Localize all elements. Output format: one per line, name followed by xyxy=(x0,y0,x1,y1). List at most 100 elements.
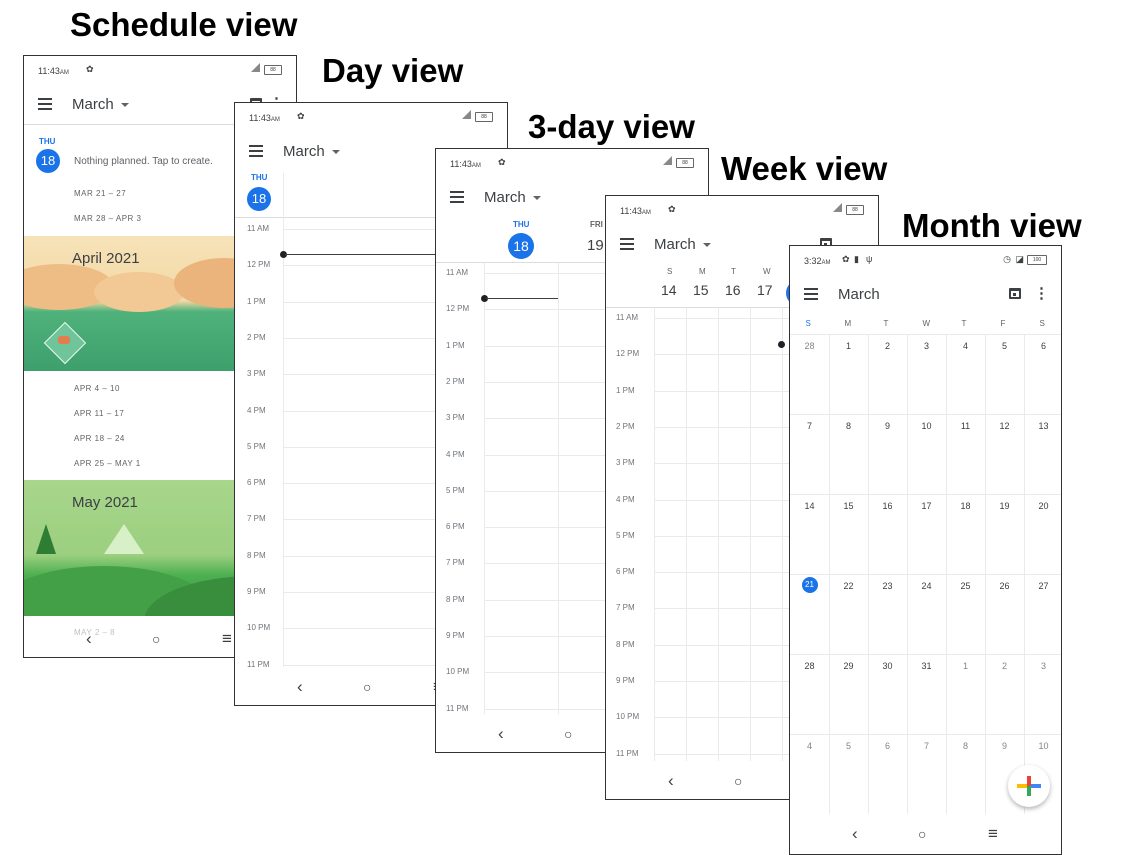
calendar-day-cell[interactable]: 7 xyxy=(918,741,936,751)
calendar-day-cell[interactable]: 26 xyxy=(996,581,1014,591)
calendar-day-cell[interactable]: 2 xyxy=(879,341,897,351)
home-nav-icon[interactable]: ○ xyxy=(152,631,160,647)
today-date-badge[interactable]: 18 xyxy=(36,149,60,173)
home-nav-icon[interactable]: ○ xyxy=(363,679,371,695)
calendar-day-cell[interactable]: 28 xyxy=(801,661,819,671)
calendar-day-cell[interactable]: 9 xyxy=(879,421,897,431)
chevron-down-icon xyxy=(120,103,129,108)
more-vert-icon[interactable]: ⋮ xyxy=(1034,286,1049,301)
status-time-value: 3:32 xyxy=(804,256,822,266)
day-column-divider xyxy=(782,308,783,761)
calendar-day-cell[interactable]: 30 xyxy=(879,661,897,671)
calendar-day-cell[interactable]: 10 xyxy=(918,421,936,431)
month-selector[interactable]: March xyxy=(484,189,541,206)
week-day-number[interactable]: 14 xyxy=(661,282,677,298)
back-nav-icon[interactable]: ‹ xyxy=(297,677,303,697)
weekday-header: T xyxy=(961,319,967,328)
empty-day-text[interactable]: Nothing planned. Tap to create. xyxy=(74,156,213,167)
back-nav-icon[interactable]: ‹ xyxy=(852,824,858,844)
create-event-fab[interactable] xyxy=(1008,765,1050,807)
calendar-day-cell[interactable]: 4 xyxy=(957,341,975,351)
calendar-day-cell[interactable]: 13 xyxy=(1035,421,1053,431)
calendar-day-cell[interactable]: 28 xyxy=(801,341,819,351)
calendar-day-cell[interactable]: 4 xyxy=(801,741,819,751)
recents-nav-icon[interactable]: ≡ xyxy=(222,629,232,649)
calendar-day-cell[interactable]: 25 xyxy=(957,581,975,591)
week-day-number[interactable]: 15 xyxy=(693,282,709,298)
month-title[interactable]: March xyxy=(838,286,880,303)
calendar-today-icon[interactable] xyxy=(1009,288,1021,299)
hamburger-menu-icon[interactable] xyxy=(450,191,464,206)
caption-schedule-view: Schedule view xyxy=(70,6,298,43)
calendar-day-cell[interactable]: 6 xyxy=(1035,341,1053,351)
hamburger-menu-icon[interactable] xyxy=(620,238,634,253)
calendar-day-cell[interactable]: 16 xyxy=(879,501,897,511)
home-nav-icon[interactable]: ○ xyxy=(918,826,926,842)
month-selector[interactable]: March xyxy=(72,96,129,113)
month-selector[interactable]: March xyxy=(654,236,711,253)
calendar-day-cell[interactable]: 12 xyxy=(996,421,1014,431)
hour-label: 4 PM xyxy=(247,405,266,415)
calendar-day-cell[interactable]: 11 xyxy=(957,421,975,431)
hamburger-menu-icon[interactable] xyxy=(249,145,263,160)
calendar-day-cell[interactable]: 6 xyxy=(879,741,897,751)
calendar-day-cell[interactable]: 3 xyxy=(1035,661,1053,671)
calendar-day-cell[interactable]: 15 xyxy=(840,501,858,511)
week-day-letter: M xyxy=(699,267,706,276)
calendar-day-cell[interactable]: 8 xyxy=(957,741,975,751)
calendar-day-cell[interactable]: 1 xyxy=(840,341,858,351)
calendar-day-cell[interactable]: 5 xyxy=(840,741,858,751)
calendar-day-cell[interactable]: 20 xyxy=(1035,501,1053,511)
day-col-date-badge-1[interactable]: 18 xyxy=(508,233,534,259)
hamburger-menu-icon[interactable] xyxy=(804,288,818,303)
calendar-day-cell[interactable]: 22 xyxy=(840,581,858,591)
calendar-day-cell[interactable]: 10 xyxy=(1035,741,1053,751)
hour-label: 7 PM xyxy=(446,558,465,568)
caption-3day-view: 3-day view xyxy=(528,108,695,145)
calendar-day-cell[interactable]: 24 xyxy=(918,581,936,591)
calendar-day-cell[interactable]: 14 xyxy=(801,501,819,511)
today-date-badge[interactable]: 21 xyxy=(801,577,818,593)
tree-shape xyxy=(36,524,56,554)
caption-month-view: Month view xyxy=(902,207,1082,244)
tree-canopy xyxy=(94,272,184,312)
calendar-day-cell[interactable]: 3 xyxy=(918,341,936,351)
week-row-divider xyxy=(790,334,1061,335)
chevron-down-icon xyxy=(532,196,541,201)
calendar-day-cell[interactable]: 31 xyxy=(918,661,936,671)
hamburger-menu-icon[interactable] xyxy=(38,98,52,113)
chevron-down-icon xyxy=(702,243,711,248)
hour-label: 6 PM xyxy=(446,522,465,532)
status-time: 11:43AM xyxy=(450,159,481,169)
calendar-day-cell[interactable]: 5 xyxy=(996,341,1014,351)
hour-label: 1 PM xyxy=(446,340,465,350)
sim-card-icon: ▮ xyxy=(854,254,859,264)
month-selector[interactable]: March xyxy=(283,143,340,160)
back-nav-icon[interactable]: ‹ xyxy=(668,771,674,791)
home-nav-icon[interactable]: ○ xyxy=(734,773,742,789)
back-nav-icon[interactable]: ‹ xyxy=(498,724,504,744)
calendar-day-cell[interactable]: 29 xyxy=(840,661,858,671)
calendar-day-cell[interactable]: 9 xyxy=(996,741,1014,751)
calendar-day-cell[interactable]: 8 xyxy=(840,421,858,431)
hour-label: 11 PM xyxy=(446,703,469,713)
week-range-2: MAR 28 – APR 3 xyxy=(74,214,142,223)
week-day-number[interactable]: 17 xyxy=(757,282,773,298)
calendar-day-cell[interactable]: 23 xyxy=(879,581,897,591)
battery-icon: 88 xyxy=(475,112,493,122)
calendar-day-cell[interactable]: 27 xyxy=(1035,581,1053,591)
calendar-day-cell[interactable]: 17 xyxy=(918,501,936,511)
home-nav-icon[interactable]: ○ xyxy=(564,726,572,742)
signal-icon xyxy=(663,156,672,165)
calendar-day-cell[interactable]: 1 xyxy=(957,661,975,671)
status-time: 11:43AM xyxy=(249,113,280,123)
calendar-day-cell[interactable]: 7 xyxy=(801,421,819,431)
calendar-day-cell[interactable]: 19 xyxy=(996,501,1014,511)
calendar-day-cell[interactable]: 18 xyxy=(957,501,975,511)
day-date-badge[interactable]: 18 xyxy=(247,187,271,211)
week-day-number[interactable]: 16 xyxy=(725,282,741,298)
recents-nav-icon[interactable]: ≡ xyxy=(988,824,998,844)
day-col-date-2[interactable]: 19 xyxy=(587,237,604,254)
back-nav-icon[interactable]: ‹ xyxy=(86,629,92,649)
calendar-day-cell[interactable]: 2 xyxy=(996,661,1014,671)
